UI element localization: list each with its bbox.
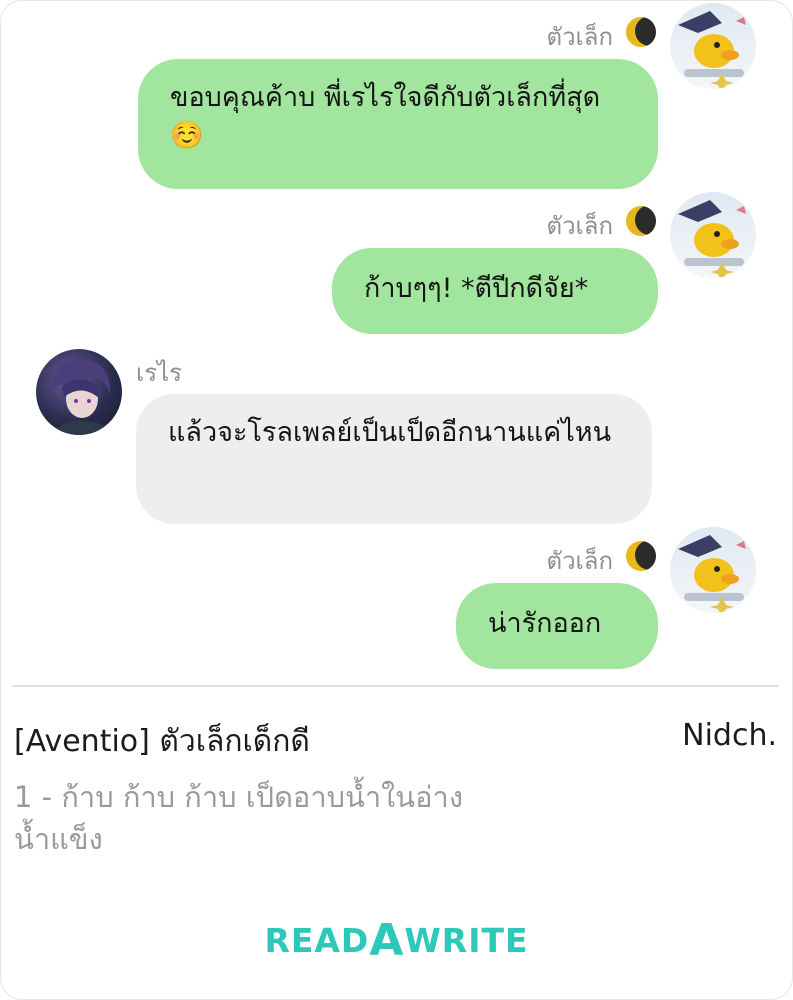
message-bubble[interactable]: ขอบคุณค้าบ พี่เรไรใจดีกับตัวเล็กที่สุด ☺… xyxy=(138,59,658,189)
logo-text-right: WRITE xyxy=(404,921,529,960)
duck-avatar[interactable] xyxy=(670,192,756,278)
message-row: ตัวเล็ก ก้าบๆๆ! *ตีปีกดีจัย* xyxy=(0,192,793,336)
divider xyxy=(12,685,779,687)
story-title[interactable]: [Aventio] ตัวเล็กเด็กดี xyxy=(14,718,310,765)
logo-text-accent: A xyxy=(369,915,405,966)
message-row: เรไร แล้วจะโรลเพลย์เป็นเป็ดอีกนานแค่ไหน xyxy=(0,349,793,528)
readawrite-logo: READAWRITE xyxy=(0,912,793,966)
message-row: ตัวเล็ก น่ารักออก xyxy=(0,527,793,671)
message-row: ตัวเล็ก ขอบคุณค้าบ พี่เรไรใจดีกับตัวเล็ก… xyxy=(0,3,793,192)
moon-icon xyxy=(626,17,656,47)
sender-name: ตัวเล็ก xyxy=(546,212,613,240)
sender-name: ตัวเล็ก xyxy=(546,23,613,51)
character-avatar[interactable] xyxy=(36,349,122,435)
chapter-title[interactable]: 1 - ก้าบ ก้าบ ก้าบ เป็ดอาบน้ำในอ่างน้ำแข… xyxy=(14,776,474,860)
moon-icon xyxy=(626,541,656,571)
logo-text-left: READ xyxy=(264,921,370,960)
chat-screen: ตัวเล็ก ขอบคุณค้าบ พี่เรไรใจดีกับตัวเล็ก… xyxy=(0,0,793,1000)
message-bubble[interactable]: น่ารักออก xyxy=(456,583,658,669)
author-name[interactable]: Nidch. xyxy=(682,718,777,753)
sender-name: เรไร xyxy=(136,359,183,387)
moon-icon xyxy=(626,206,656,236)
duck-avatar[interactable] xyxy=(670,527,756,613)
sender-name: ตัวเล็ก xyxy=(546,547,613,575)
message-bubble[interactable]: แล้วจะโรลเพลย์เป็นเป็ดอีกนานแค่ไหน xyxy=(136,394,652,524)
message-bubble[interactable]: ก้าบๆๆ! *ตีปีกดีจัย* xyxy=(332,248,658,334)
duck-avatar[interactable] xyxy=(670,3,756,89)
